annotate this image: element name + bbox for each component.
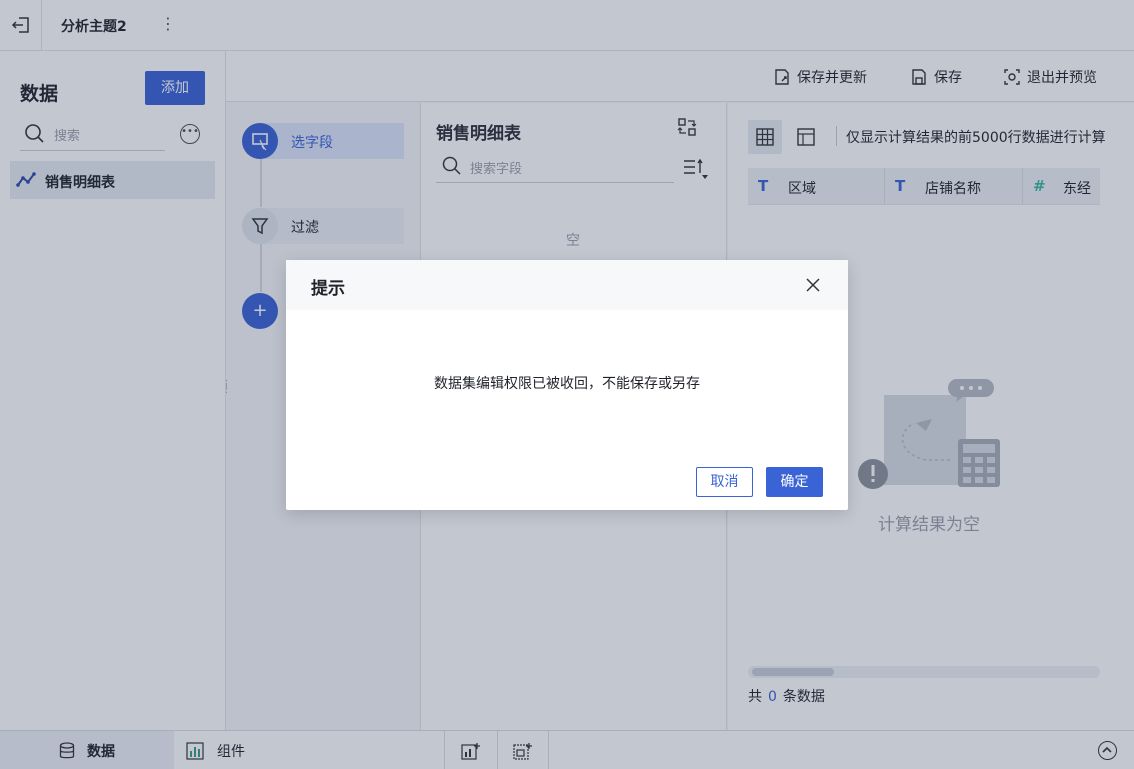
confirm-button[interactable]: 确定	[766, 467, 823, 497]
cancel-button[interactable]: 取消	[696, 467, 753, 497]
prompt-dialog: 提示 数据集编辑权限已被收回，不能保存或另存 取消 确定	[286, 260, 848, 510]
dialog-title: 提示	[311, 279, 345, 299]
dialog-message: 数据集编辑权限已被收回，不能保存或另存	[434, 376, 700, 392]
dialog-header	[286, 260, 848, 310]
close-icon[interactable]	[804, 276, 822, 294]
